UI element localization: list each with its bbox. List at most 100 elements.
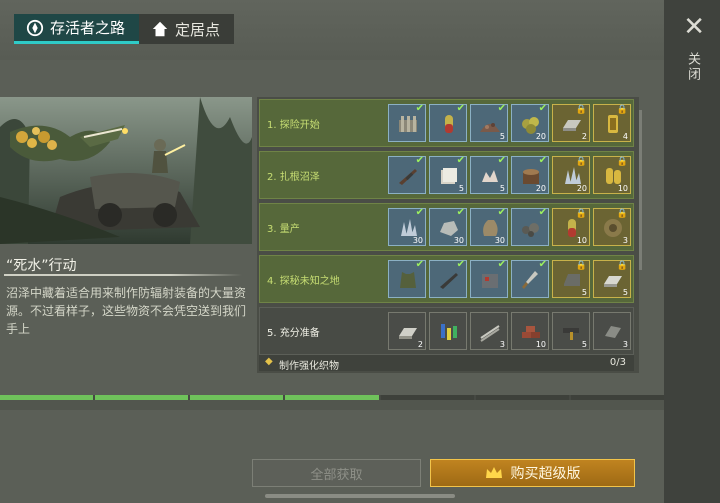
- fiber-sack-icon[interactable]: ✔ 30: [470, 207, 508, 246]
- obtained-check-icon: ✔: [456, 207, 465, 218]
- item-qty: 3: [622, 236, 628, 245]
- item-qty: 30: [494, 236, 505, 245]
- ore-pile-icon[interactable]: ✔ 5: [470, 103, 508, 142]
- stage-row[interactable]: 2. 扎根沼泽 ✔ ✔ 5 ✔ 5 ✔ 20 🔒 20 🔒 10: [259, 151, 634, 199]
- item-qty: 30: [453, 236, 464, 245]
- crystal-cluster-icon[interactable]: 🔒 20: [552, 156, 590, 194]
- item-qty: 5: [581, 288, 587, 297]
- item-qty: 3: [622, 340, 628, 349]
- rifle-icon[interactable]: ✔: [429, 259, 467, 298]
- tab-bar: 存活者之路 定居点: [14, 14, 235, 44]
- crown-icon: [485, 467, 502, 478]
- task-row: ◆ 制作强化织物 0/3: [259, 355, 634, 372]
- side-panel: ✕ 关闭: [664, 0, 720, 503]
- metal-ingot-icon[interactable]: 🔒 5: [593, 260, 631, 298]
- lock-icon: 🔒: [575, 209, 587, 219]
- stage-row[interactable]: 1. 探险开始 ✔ ✔ ✔ 5 ✔ 20 🔒 2 🔒 4: [259, 99, 634, 147]
- rifle-icon[interactable]: ✔: [388, 155, 426, 194]
- claim-all-label: 全部获取: [310, 467, 363, 483]
- stage-row[interactable]: 5. 充分准备 2 3 10 5 3: [259, 307, 634, 355]
- claim-all-button[interactable]: 全部获取: [252, 459, 421, 487]
- obtained-check-icon: ✔: [497, 259, 506, 270]
- crystal-cluster-icon[interactable]: ✔ 30: [388, 207, 426, 246]
- close-label[interactable]: 关闭: [685, 52, 702, 82]
- survivor-emblem-icon: [26, 19, 44, 36]
- battery-cell-icon[interactable]: 🔒 4: [593, 104, 631, 142]
- salt-crystal-icon[interactable]: ✔ 5: [470, 155, 508, 194]
- mission-description: 沼泽中藏着适合用来制作防辐射装备的大量资源。不过看样子，这些物资不会凭空送到我们…: [6, 286, 247, 336]
- obtained-check-icon: ✔: [497, 155, 506, 166]
- lock-icon: 🔒: [616, 209, 628, 219]
- reward-items: ✔ ✔ ✔ ✔ 🔒 5 🔒 5: [388, 259, 631, 298]
- capsule-icon[interactable]: ✔: [429, 103, 467, 142]
- brick-stack-icon[interactable]: 10: [511, 312, 549, 350]
- armor-vest-icon[interactable]: ✔: [388, 259, 426, 298]
- task-label: 制作强化织物: [279, 361, 339, 372]
- mine-disc-icon[interactable]: 🔒 3: [593, 208, 631, 246]
- component-set-icon[interactable]: [429, 312, 467, 350]
- progress-track-shadow: [0, 400, 664, 410]
- obtained-check-icon: ✔: [415, 259, 424, 270]
- tool-rack-icon[interactable]: ✔: [388, 103, 426, 142]
- item-qty: 10: [617, 184, 628, 193]
- mission-title: “死水”行动: [6, 258, 77, 274]
- obtained-check-icon: ✔: [497, 207, 506, 218]
- lock-icon: 🔒: [616, 261, 628, 271]
- lock-icon: 🔒: [575, 261, 587, 271]
- stage-label: 5. 充分准备: [267, 328, 320, 339]
- item-qty: 4: [622, 132, 628, 141]
- reward-items: 2 3 10 5 3: [388, 312, 631, 350]
- wood-log-icon[interactable]: ✔ 20: [511, 155, 549, 194]
- herb-bundle-icon[interactable]: ✔ 20: [511, 103, 549, 142]
- reward-items: ✔ ✔ ✔ 5 ✔ 20 🔒 2 🔒 4: [388, 103, 631, 142]
- buy-super-button[interactable]: 购买超级版: [430, 459, 635, 487]
- obtained-check-icon: ✔: [456, 155, 465, 166]
- knife-icon[interactable]: ✔: [511, 259, 549, 298]
- item-qty: 3: [499, 340, 505, 349]
- paper-stack-icon[interactable]: ✔ 5: [429, 155, 467, 194]
- metal-ingot-icon[interactable]: 🔒 2: [552, 104, 590, 142]
- obtained-check-icon: ✔: [497, 103, 506, 114]
- house-icon: [152, 21, 168, 37]
- item-qty: 10: [576, 236, 587, 245]
- stage-row[interactable]: 4. 探秘未知之地 ✔ ✔ ✔ ✔ 🔒 5 🔒 5: [259, 255, 634, 303]
- metal-plate-icon[interactable]: 🔒 5: [552, 260, 590, 298]
- tab-settlement[interactable]: 定居点: [139, 14, 235, 44]
- item-qty: 10: [535, 340, 546, 349]
- close-icon[interactable]: ✕: [683, 14, 705, 40]
- item-qty: 30: [412, 236, 423, 245]
- obtained-check-icon: ✔: [456, 103, 465, 114]
- stage-label: 3. 量产: [267, 224, 300, 235]
- scrollbar[interactable]: [639, 110, 642, 270]
- rod-set-icon[interactable]: 3: [470, 312, 508, 350]
- smg-icon[interactable]: 5: [552, 312, 590, 350]
- capsule-pile-icon[interactable]: 🔒 10: [593, 156, 631, 194]
- obtained-check-icon: ✔: [456, 259, 465, 270]
- stage-row[interactable]: 3. 量产 ✔ 30 ✔ 30 ✔ 30 ✔ 🔒 10 🔒 3: [259, 203, 634, 251]
- reward-items: ✔ ✔ 5 ✔ 5 ✔ 20 🔒 20 🔒 10: [388, 155, 631, 194]
- item-qty: 5: [581, 340, 587, 349]
- diamond-bullet-icon: ◆: [265, 356, 273, 367]
- machine-part-icon[interactable]: ✔: [470, 259, 508, 298]
- obtained-check-icon: ✔: [415, 103, 424, 114]
- tab-survivor-road-label: 存活者之路: [50, 19, 126, 37]
- item-qty: 5: [499, 132, 505, 141]
- item-qty: 20: [576, 184, 587, 193]
- buy-super-label: 购买超级版: [510, 466, 581, 482]
- item-qty: 5: [622, 288, 628, 297]
- obtained-check-icon: ✔: [538, 207, 547, 218]
- obtained-check-icon: ✔: [538, 259, 547, 270]
- item-qty: 5: [499, 184, 505, 193]
- tab-survivor-road[interactable]: 存活者之路: [14, 14, 140, 44]
- stage-label: 4. 探秘未知之地: [267, 276, 340, 287]
- lock-icon: 🔒: [616, 157, 628, 167]
- stone-chunk-icon[interactable]: ✔ 30: [429, 207, 467, 246]
- capsule-pile-icon[interactable]: 🔒 10: [552, 208, 590, 246]
- mission-artwork: [0, 97, 252, 244]
- item-qty: 2: [581, 132, 587, 141]
- tab-settlement-label: 定居点: [175, 20, 221, 39]
- metal-ingot-icon[interactable]: 2: [388, 312, 426, 350]
- gravel-icon[interactable]: ✔: [511, 207, 549, 246]
- lock-icon: 🔒: [575, 157, 587, 167]
- metal-roll-icon[interactable]: 3: [593, 312, 631, 350]
